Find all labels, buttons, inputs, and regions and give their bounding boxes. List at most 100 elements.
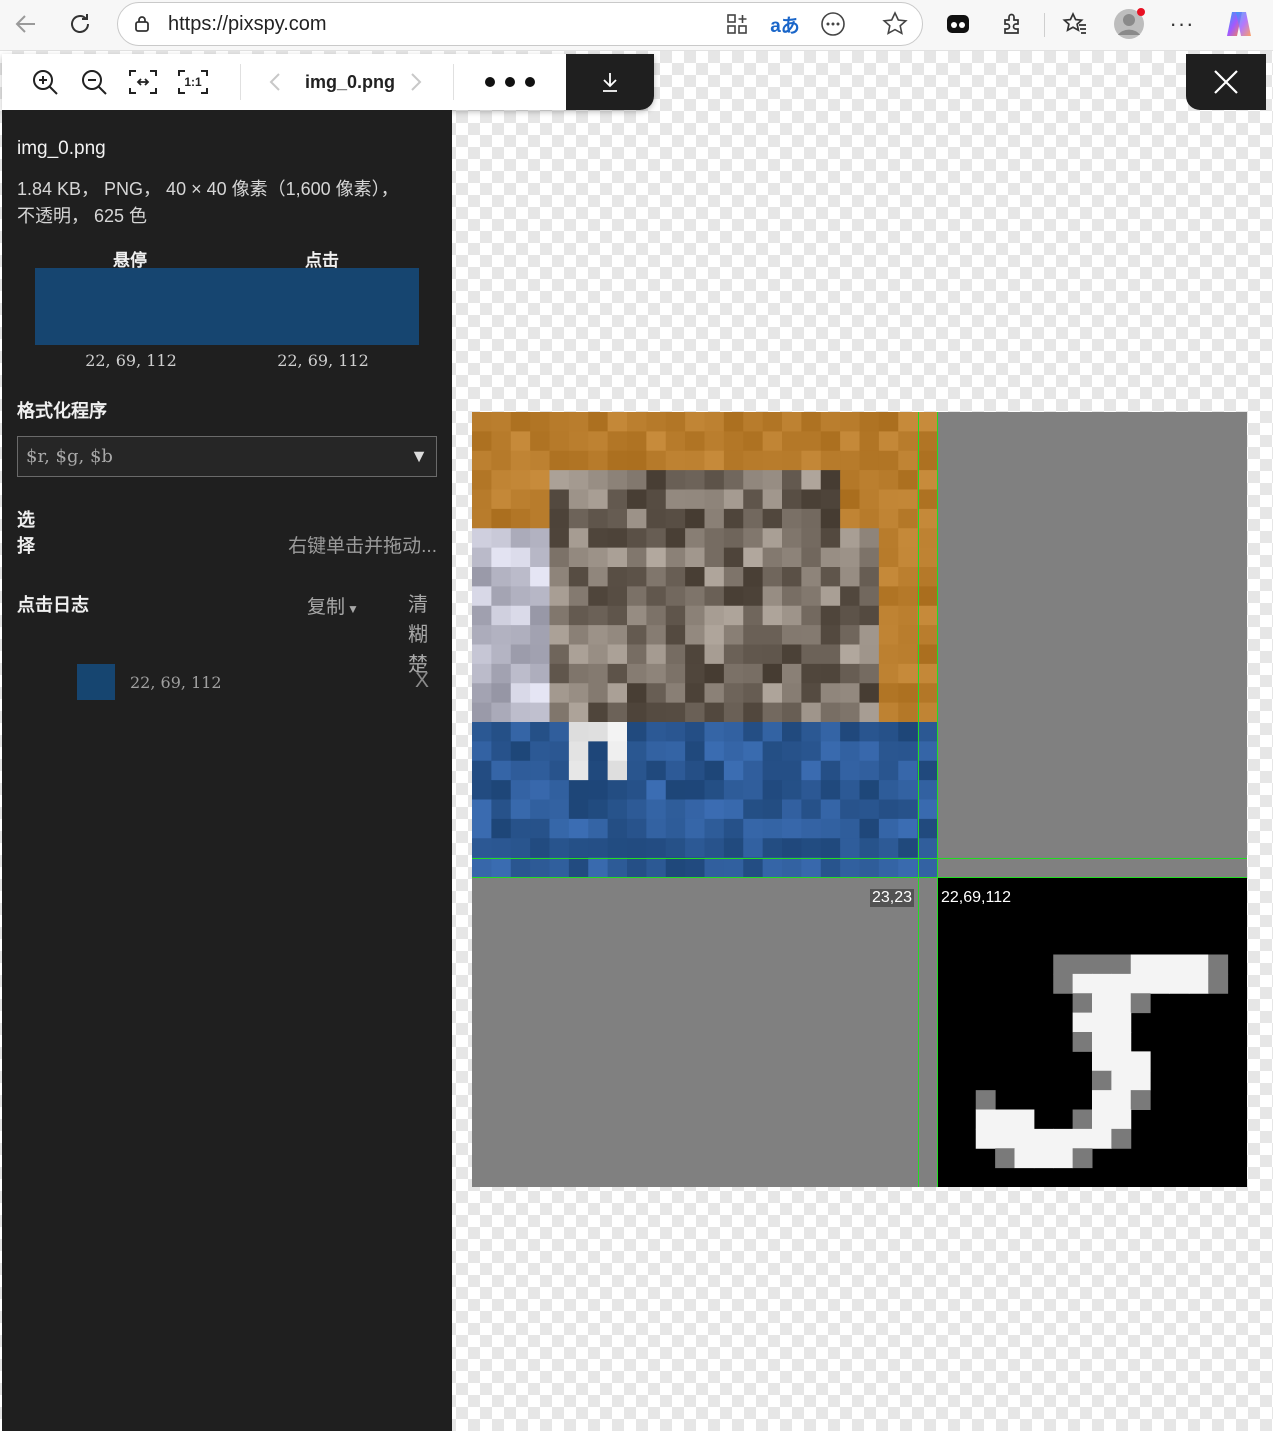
app-available-icon[interactable] bbox=[721, 8, 753, 40]
photo-pixel bbox=[878, 644, 899, 665]
photo-pixel bbox=[820, 567, 841, 587]
photo-pixel bbox=[665, 838, 686, 859]
photo-pixel bbox=[491, 760, 512, 781]
photo-pixel bbox=[840, 528, 860, 549]
profile-avatar-icon[interactable] bbox=[1112, 7, 1146, 41]
refresh-icon[interactable] bbox=[63, 7, 97, 41]
address-bar[interactable]: https://pixspy.com aあ bbox=[117, 2, 923, 46]
next-file-icon[interactable] bbox=[398, 54, 434, 110]
clear-button[interactable]: 清糊楚 bbox=[378, 590, 440, 680]
photo-pixel bbox=[801, 683, 822, 704]
extensions-icon[interactable] bbox=[996, 7, 1030, 41]
photo-pixel bbox=[859, 818, 880, 839]
more-options-icon[interactable] bbox=[478, 54, 542, 110]
toolbar-divider bbox=[453, 64, 454, 100]
photo-pixel bbox=[859, 702, 880, 723]
copilot-icon[interactable] bbox=[1222, 7, 1256, 41]
photo-pixel bbox=[820, 489, 841, 510]
actual-size-button[interactable]: 1:1 bbox=[170, 54, 216, 110]
photo-pixel bbox=[840, 857, 860, 877]
more-tools-icon[interactable] bbox=[817, 8, 849, 40]
fit-screen-icon[interactable] bbox=[120, 54, 166, 110]
photo-pixel bbox=[762, 450, 783, 471]
url-text[interactable]: https://pixspy.com bbox=[168, 13, 327, 36]
photo-pixel bbox=[530, 605, 550, 626]
photo-pixel bbox=[588, 780, 609, 800]
photo-pixel bbox=[607, 683, 628, 704]
photo-pixel bbox=[665, 702, 686, 723]
photo-pixel bbox=[917, 508, 937, 529]
photo-pixel bbox=[685, 663, 705, 684]
photo-pixel bbox=[840, 780, 860, 800]
previous-file-icon[interactable] bbox=[257, 54, 293, 110]
zoom-out-icon[interactable] bbox=[71, 54, 117, 110]
photo-pixel bbox=[588, 857, 609, 877]
translate-icon[interactable]: aあ bbox=[769, 8, 801, 40]
file-metadata-line: 不透明， 625 色 bbox=[17, 206, 148, 226]
photo-pixel bbox=[685, 547, 705, 568]
photo-pixel bbox=[685, 567, 705, 587]
photo-pixel bbox=[472, 818, 492, 839]
photo-pixel bbox=[917, 722, 937, 742]
photo-pixel bbox=[820, 838, 841, 859]
photo-pixel bbox=[510, 567, 531, 587]
photo-pixel bbox=[472, 663, 492, 684]
photo-pixel bbox=[898, 799, 919, 820]
settings-more-icon[interactable]: ··· bbox=[1165, 7, 1199, 41]
photo-pixel bbox=[646, 489, 667, 510]
photo-pixel bbox=[898, 838, 919, 859]
photo-pixel bbox=[491, 722, 512, 742]
photo-pixel bbox=[801, 450, 822, 471]
photo-pixel bbox=[704, 838, 725, 859]
photo-pixel bbox=[859, 760, 880, 781]
photo-pixel bbox=[762, 722, 783, 742]
photo-pixel bbox=[568, 547, 589, 568]
photo-pixel bbox=[530, 586, 550, 607]
digit-pixel bbox=[1072, 1012, 1093, 1033]
photo-pixel bbox=[646, 605, 667, 626]
download-icon bbox=[603, 73, 617, 92]
photo-pixel bbox=[801, 547, 822, 568]
photo-pixel bbox=[801, 528, 822, 549]
photo-pixel bbox=[665, 605, 686, 626]
photo-pixel bbox=[762, 644, 783, 665]
lock-icon[interactable] bbox=[126, 8, 158, 40]
photo-pixel bbox=[782, 489, 802, 510]
close-viewer-button[interactable] bbox=[1186, 54, 1266, 110]
remove-entry-button[interactable]: X bbox=[415, 669, 429, 693]
photo-pixel bbox=[549, 663, 570, 684]
photo-pixel bbox=[801, 567, 822, 587]
photo-pixel bbox=[665, 567, 686, 587]
extension-face-icon[interactable] bbox=[941, 7, 975, 41]
back-icon[interactable] bbox=[9, 7, 43, 41]
zoom-in-icon[interactable] bbox=[22, 54, 68, 110]
download-button[interactable] bbox=[566, 54, 654, 110]
photo-pixel bbox=[782, 605, 802, 626]
photo-pixel bbox=[530, 702, 550, 723]
formatter-select[interactable]: $r, $g, $b ▼ bbox=[17, 436, 437, 477]
photo-pixel bbox=[878, 741, 899, 762]
photo-pixel bbox=[762, 605, 783, 626]
photo-pixel bbox=[801, 818, 822, 839]
copy-button[interactable]: 复制 ▼ bbox=[307, 592, 359, 619]
photo-pixel bbox=[723, 702, 744, 723]
digit-pixel bbox=[1130, 973, 1151, 994]
favorites-icon[interactable] bbox=[1058, 7, 1092, 41]
photo-pixel bbox=[743, 799, 764, 820]
photo-pixel bbox=[743, 818, 764, 839]
favorite-star-icon[interactable] bbox=[879, 8, 911, 40]
photo-pixel bbox=[898, 450, 919, 471]
photo-pixel bbox=[859, 838, 880, 859]
photo-pixel bbox=[549, 586, 570, 607]
photo-pixel bbox=[898, 760, 919, 781]
digit-pixel bbox=[1150, 973, 1170, 994]
photo-pixel bbox=[820, 760, 841, 781]
photo-pixel bbox=[917, 450, 937, 471]
image-canvas[interactable]: 23,23 22,69,112 bbox=[472, 412, 1247, 1187]
photo-pixel bbox=[472, 857, 492, 877]
photo-pixel bbox=[627, 605, 647, 626]
photo-pixel bbox=[568, 605, 589, 626]
photo-pixel bbox=[762, 431, 783, 452]
photo-pixel bbox=[704, 799, 725, 820]
digit-pixel bbox=[1092, 1012, 1112, 1033]
